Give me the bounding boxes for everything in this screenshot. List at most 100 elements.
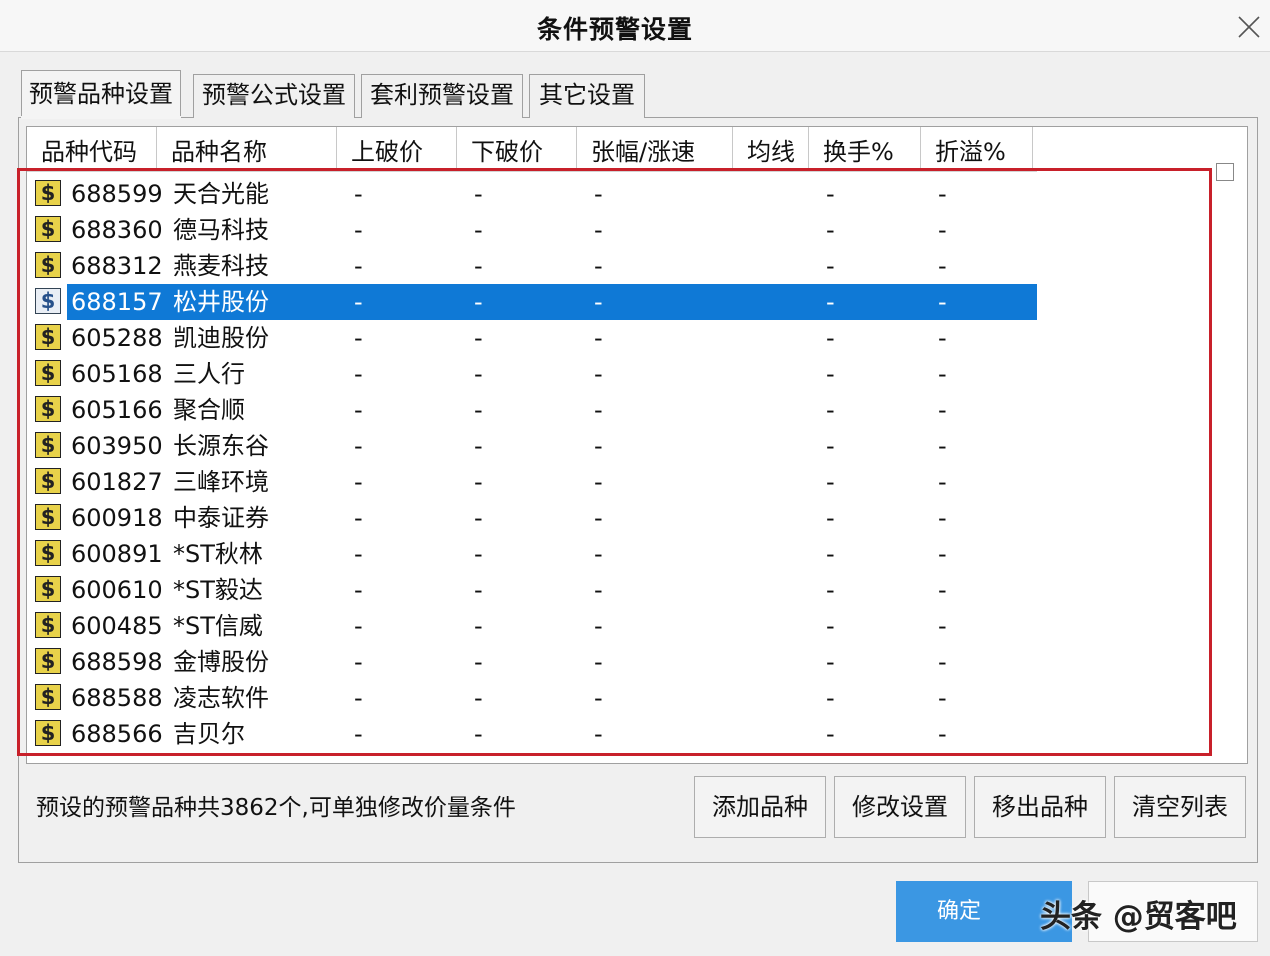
table-row[interactable]: $605166 聚合顺 - - - - - xyxy=(27,392,1037,428)
cell-down: - xyxy=(474,252,483,280)
cell-name: *ST信威 xyxy=(173,612,263,640)
cell-down: - xyxy=(474,540,483,568)
cell-turnover: - xyxy=(826,720,835,748)
cell-code: 688157 xyxy=(71,288,163,316)
cell-range: - xyxy=(594,288,603,316)
watch-list[interactable]: 品种代码 品种名称 上破价 下破价 张幅/涨速 均线 换手% 折溢% $6885… xyxy=(26,126,1248,764)
cell-name: *ST毅达 xyxy=(173,576,263,604)
remove-item-button[interactable]: 移出品种 xyxy=(974,776,1106,838)
cell-name: 中泰证券 xyxy=(173,504,269,532)
modify-settings-button[interactable]: 修改设置 xyxy=(834,776,966,838)
dollar-sign-icon: $ xyxy=(35,684,61,710)
cell-turnover: - xyxy=(826,612,835,640)
cell-down: - xyxy=(474,684,483,712)
dollar-sign-icon: $ xyxy=(35,360,61,386)
cell-premium: - xyxy=(938,180,947,208)
table-row[interactable]: $688598 金博股份 - - - - - xyxy=(27,644,1037,680)
cell-name: 燕麦科技 xyxy=(173,252,269,280)
watermark: 头条 @贸客吧 xyxy=(1040,899,1237,935)
cell-name: *ST秋林 xyxy=(173,540,263,568)
cell-turnover: - xyxy=(826,324,835,352)
table-row[interactable]: $688566 吉贝尔 - - - - - xyxy=(27,716,1037,752)
cell-name: 凌志软件 xyxy=(173,684,269,712)
column-chooser-checkbox[interactable] xyxy=(1216,163,1234,181)
cell-name: 三峰环境 xyxy=(173,468,269,496)
status-text: 预设的预警品种共3862个,可单独修改价量条件 xyxy=(36,795,516,821)
col-head-range-speed[interactable]: 张幅/涨速 xyxy=(577,127,733,171)
cell-premium: - xyxy=(938,576,947,604)
cell-premium: - xyxy=(938,324,947,352)
cell-premium: - xyxy=(938,252,947,280)
cell-down: - xyxy=(474,216,483,244)
clear-list-button[interactable]: 清空列表 xyxy=(1114,776,1246,838)
cell-range: - xyxy=(594,180,603,208)
cell-up: - xyxy=(354,288,363,316)
table-row[interactable]: $601827 三峰环境 - - - - - xyxy=(27,464,1037,500)
cell-down: - xyxy=(474,288,483,316)
dollar-sign-icon: $ xyxy=(35,396,61,422)
table-row[interactable]: $688157 松井股份 - - - - - xyxy=(27,284,1037,320)
dollar-sign-icon: $ xyxy=(35,576,61,602)
cell-range: - xyxy=(594,504,603,532)
cell-premium: - xyxy=(938,468,947,496)
close-icon[interactable] xyxy=(1236,14,1262,40)
cell-down: - xyxy=(474,360,483,388)
cell-code: 600485 xyxy=(71,612,163,640)
table-row[interactable]: $600891 *ST秋林 - - - - - xyxy=(27,536,1037,572)
cell-turnover: - xyxy=(826,396,835,424)
cell-premium: - xyxy=(938,504,947,532)
table-row[interactable]: $688312 燕麦科技 - - - - - xyxy=(27,248,1037,284)
col-head-turnover[interactable]: 换手% xyxy=(809,127,921,171)
cell-up: - xyxy=(354,504,363,532)
cell-down: - xyxy=(474,612,483,640)
cell-up: - xyxy=(354,252,363,280)
cell-range: - xyxy=(594,324,603,352)
cell-turnover: - xyxy=(826,468,835,496)
cell-code: 600891 xyxy=(71,540,163,568)
cell-premium: - xyxy=(938,396,947,424)
cell-turnover: - xyxy=(826,576,835,604)
tab-arbitrage-settings[interactable]: 套利预警设置 xyxy=(361,74,523,118)
add-item-button[interactable]: 添加品种 xyxy=(694,776,826,838)
table-row[interactable]: $600610 *ST毅达 - - - - - xyxy=(27,572,1037,608)
dollar-sign-icon: $ xyxy=(35,612,61,638)
cell-name: 凯迪股份 xyxy=(173,324,269,352)
cell-up: - xyxy=(354,648,363,676)
table-row[interactable]: $600485 *ST信威 - - - - - xyxy=(27,608,1037,644)
table-row[interactable]: $605288 凯迪股份 - - - - - xyxy=(27,320,1037,356)
table-row[interactable]: $688588 凌志软件 - - - - - xyxy=(27,680,1037,716)
table-row[interactable]: $600918 中泰证券 - - - - - xyxy=(27,500,1037,536)
cell-turnover: - xyxy=(826,360,835,388)
cell-code: 688599 xyxy=(71,180,163,208)
table-row[interactable]: $688360 德马科技 - - - - - xyxy=(27,212,1037,248)
table-row[interactable]: $688599 天合光能 - - - - - xyxy=(27,176,1037,212)
tab-item-settings[interactable]: 预警品种设置 xyxy=(21,70,181,118)
cell-turnover: - xyxy=(826,540,835,568)
col-head-lower-price[interactable]: 下破价 xyxy=(457,127,577,171)
cell-name: 德马科技 xyxy=(173,216,269,244)
cell-down: - xyxy=(474,468,483,496)
table-row[interactable]: $605168 三人行 - - - - - xyxy=(27,356,1037,392)
cell-range: - xyxy=(594,720,603,748)
cell-turnover: - xyxy=(826,684,835,712)
col-head-code[interactable]: 品种代码 xyxy=(27,127,157,171)
tab-formula-settings[interactable]: 预警公式设置 xyxy=(193,74,355,118)
tab-other-settings[interactable]: 其它设置 xyxy=(529,74,645,118)
cell-turnover: - xyxy=(826,648,835,676)
cell-turnover: - xyxy=(826,216,835,244)
col-head-name[interactable]: 品种名称 xyxy=(157,127,337,171)
cell-up: - xyxy=(354,360,363,388)
cell-turnover: - xyxy=(826,180,835,208)
table-row[interactable]: $603950 长源东谷 - - - - - xyxy=(27,428,1037,464)
dollar-sign-icon: $ xyxy=(35,216,61,242)
col-head-moving-average[interactable]: 均线 xyxy=(733,127,809,171)
cell-up: - xyxy=(354,576,363,604)
cell-range: - xyxy=(594,396,603,424)
cell-premium: - xyxy=(938,432,947,460)
col-head-premium[interactable]: 折溢% xyxy=(921,127,1033,171)
col-head-upper-price[interactable]: 上破价 xyxy=(337,127,457,171)
dollar-sign-icon: $ xyxy=(35,720,61,746)
cell-code: 688566 xyxy=(71,720,163,748)
cell-name: 吉贝尔 xyxy=(173,720,245,748)
dialog-title: 条件预警设置 xyxy=(536,15,693,44)
